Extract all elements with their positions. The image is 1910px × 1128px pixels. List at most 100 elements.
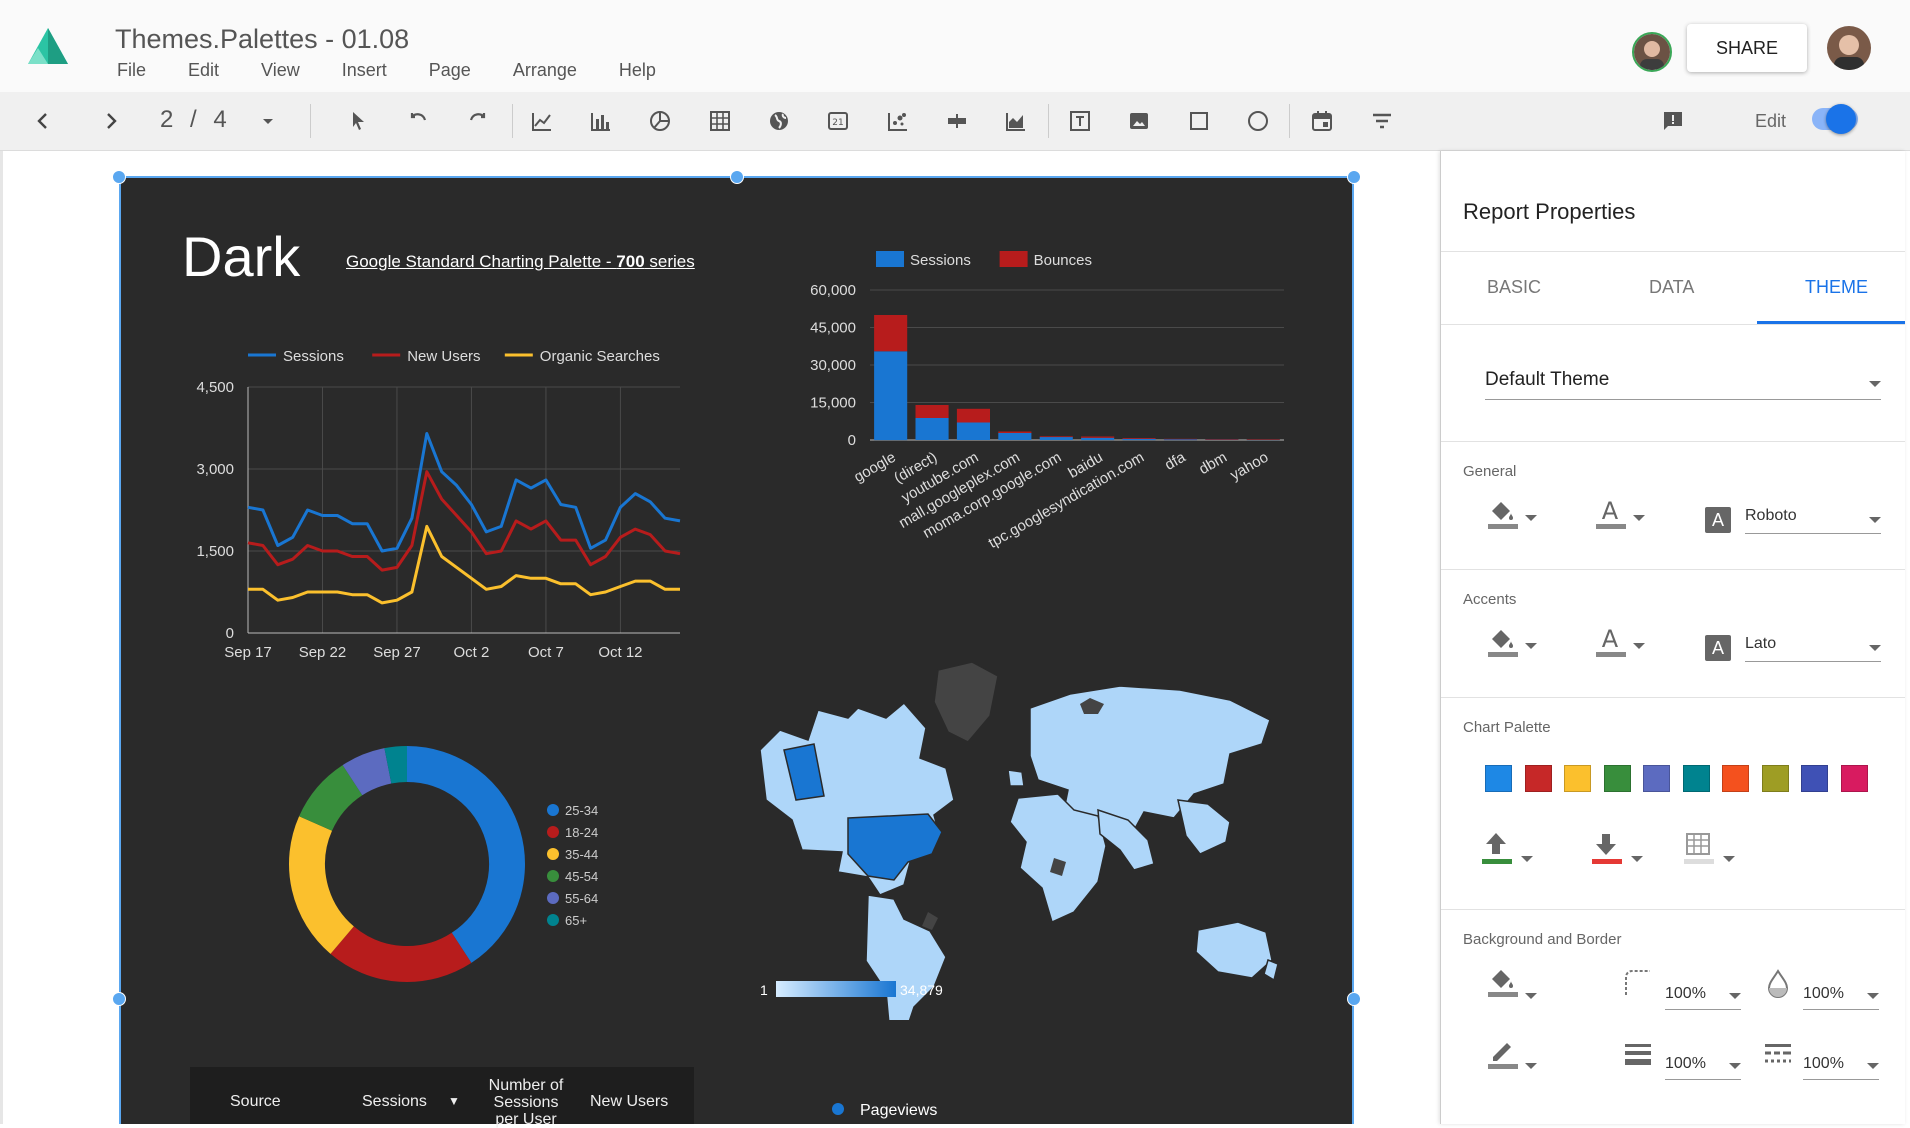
chevron-down-icon[interactable]	[1723, 856, 1735, 862]
menu-file[interactable]: File	[117, 60, 146, 81]
increase-color-icon[interactable]	[1479, 831, 1513, 865]
palette-swatch[interactable]	[1643, 765, 1670, 792]
undo-icon[interactable]	[403, 106, 433, 136]
opacity-icon[interactable]	[1761, 967, 1795, 1001]
pointer-icon[interactable]	[343, 106, 373, 136]
data-studio-logo-icon[interactable]	[26, 26, 70, 66]
edit-mode-toggle-knob[interactable]	[1826, 104, 1856, 134]
report-heading[interactable]: Dark	[182, 224, 300, 289]
map-scale-bar	[776, 981, 896, 997]
chevron-down-icon[interactable]	[1525, 1063, 1537, 1069]
back-arrow-icon[interactable]	[28, 106, 58, 136]
palette-swatch[interactable]	[1485, 765, 1512, 792]
share-button[interactable]: SHARE	[1687, 24, 1807, 72]
palette-link[interactable]: Google Standard Charting Palette - 700 s…	[346, 252, 695, 272]
border-color-icon[interactable]	[1485, 1035, 1519, 1069]
menu-arrange[interactable]: Arrange	[513, 60, 577, 81]
palette-swatch[interactable]	[1524, 765, 1552, 792]
fill-color-icon[interactable]	[1485, 495, 1519, 529]
resize-handle-top-left[interactable]	[112, 170, 126, 184]
border-weight-icon[interactable]	[1621, 1039, 1655, 1073]
legend-label: 65+	[565, 913, 587, 928]
menu-help[interactable]: Help	[619, 60, 656, 81]
resize-handle-top[interactable]	[730, 170, 744, 184]
time-series-chart[interactable]: Sessions New Users Organic Searches 4,500 3,…	[180, 335, 700, 665]
accents-font-dropdown[interactable]: Lato	[1745, 631, 1881, 662]
text-icon[interactable]	[1065, 106, 1095, 136]
menu-edit[interactable]: Edit	[188, 60, 219, 81]
forward-arrow-icon[interactable]	[96, 106, 126, 136]
rectangle-icon[interactable]	[1184, 106, 1214, 136]
geo-map-icon[interactable]	[764, 106, 794, 136]
palette-swatch[interactable]	[1564, 765, 1591, 792]
chevron-down-icon[interactable]	[1633, 643, 1645, 649]
border-radius-icon[interactable]	[1621, 967, 1655, 1001]
collaborator-avatar[interactable]	[1632, 32, 1672, 72]
text-color-icon[interactable]: A	[1593, 495, 1627, 529]
user-avatar[interactable]	[1827, 26, 1871, 70]
geo-map[interactable]: 1 34,879	[758, 660, 1318, 1020]
background-fill-icon[interactable]	[1485, 963, 1519, 997]
table-col-new-users[interactable]: New Users	[590, 1093, 668, 1110]
resize-handle-left[interactable]	[112, 992, 126, 1006]
table-col-sessions-per-user[interactable]: Number of Sessions per User	[480, 1077, 572, 1128]
table-icon[interactable]	[705, 106, 735, 136]
border-radius-dropdown[interactable]: 100%	[1665, 981, 1741, 1010]
theme-dropdown[interactable]: Default Theme	[1485, 363, 1881, 400]
circle-icon[interactable]	[1243, 106, 1273, 136]
chevron-down-icon[interactable]	[1521, 856, 1533, 862]
time-series-icon[interactable]	[527, 106, 557, 136]
border-style-dropdown[interactable]: 100%	[1803, 1051, 1879, 1080]
palette-swatch[interactable]	[1801, 765, 1828, 792]
scorecard-icon[interactable]: 21	[823, 106, 853, 136]
text-color-icon[interactable]: A	[1593, 623, 1627, 657]
decrease-color-icon[interactable]	[1589, 831, 1623, 865]
chevron-down-icon[interactable]	[1631, 856, 1643, 862]
bar-chart-icon[interactable]	[586, 106, 616, 136]
scatter-chart-icon[interactable]	[883, 106, 913, 136]
grid-color-icon[interactable]	[1681, 831, 1715, 865]
menu-page[interactable]: Page	[429, 60, 471, 81]
tab-basic[interactable]: BASIC	[1487, 277, 1541, 298]
chevron-down-icon	[1869, 381, 1881, 387]
resize-handle-top-right[interactable]	[1347, 170, 1361, 184]
stacked-bar-chart[interactable]: Sessions Bounces 60,000 45,000 30,000 15,000 0…	[790, 240, 1310, 570]
sort-caret-icon[interactable]: ▼	[448, 1093, 460, 1110]
tab-theme[interactable]: THEME	[1805, 277, 1868, 298]
palette-swatch[interactable]	[1722, 765, 1749, 792]
chevron-down-icon[interactable]	[1633, 515, 1645, 521]
fill-color-icon[interactable]	[1485, 623, 1519, 657]
border-style-icon[interactable]	[1761, 1039, 1795, 1073]
legend-label: 55-64	[565, 891, 598, 906]
palette-swatch[interactable]	[1761, 765, 1789, 792]
chevron-down-icon[interactable]	[1525, 643, 1537, 649]
chevron-down-icon[interactable]	[1525, 515, 1537, 521]
bullet-chart-icon[interactable]	[942, 106, 972, 136]
pie-chart-icon[interactable]	[645, 106, 675, 136]
menu-insert[interactable]: Insert	[342, 60, 387, 81]
table-col-sessions[interactable]: Sessions	[362, 1093, 427, 1110]
chevron-down-icon	[1867, 993, 1879, 999]
report-title[interactable]: Themes.Palettes - 01.08	[115, 24, 409, 55]
tab-data[interactable]: DATA	[1649, 277, 1694, 298]
donut-chart[interactable]: 25-34 18-24 35-44 45-54 55-64 65+	[280, 735, 640, 985]
table-col-source[interactable]: Source	[230, 1093, 281, 1110]
x-tick-label: Oct 7	[528, 644, 564, 661]
palette-swatch[interactable]	[1603, 765, 1631, 792]
general-font-dropdown[interactable]: Roboto	[1745, 503, 1881, 534]
redo-icon[interactable]	[463, 106, 493, 136]
page-dropdown-caret-icon[interactable]	[253, 106, 283, 136]
resize-handle-right[interactable]	[1347, 992, 1361, 1006]
filter-icon[interactable]	[1367, 106, 1397, 136]
feedback-icon[interactable]	[1658, 106, 1688, 136]
date-range-icon[interactable]	[1307, 106, 1337, 136]
image-icon[interactable]	[1124, 106, 1154, 136]
map-legend-label: Pageviews	[860, 1102, 937, 1119]
palette-swatch[interactable]	[1840, 765, 1868, 792]
palette-swatch[interactable]	[1682, 765, 1710, 792]
background-opacity-dropdown[interactable]: 100%	[1803, 981, 1879, 1010]
menu-view[interactable]: View	[261, 60, 300, 81]
area-chart-icon[interactable]	[1001, 106, 1031, 136]
chevron-down-icon[interactable]	[1525, 993, 1537, 999]
border-weight-dropdown[interactable]: 100%	[1665, 1051, 1741, 1080]
